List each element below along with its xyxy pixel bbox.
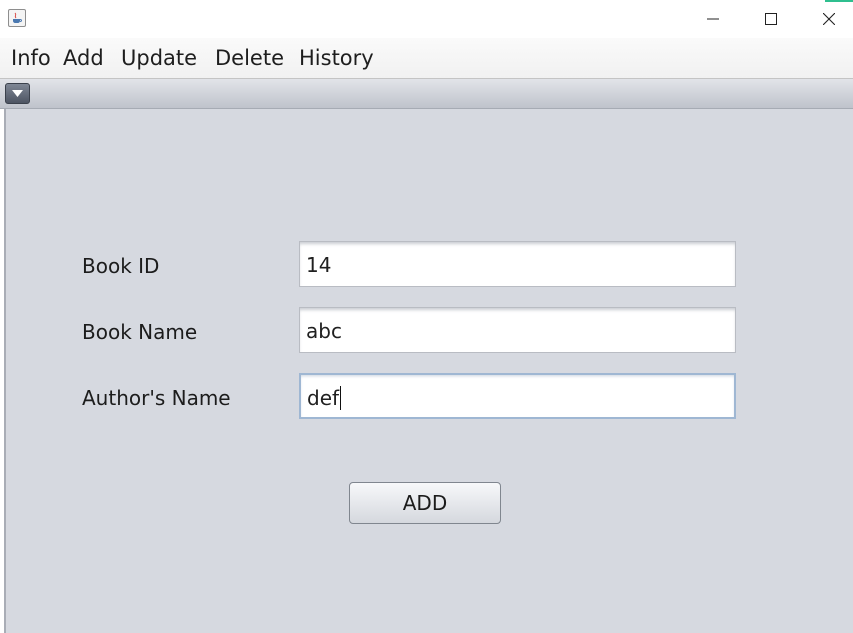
java-app-icon[interactable] xyxy=(8,9,26,27)
menu-add[interactable]: Add xyxy=(63,45,104,71)
dropdown-arrow-icon xyxy=(12,90,23,97)
book-name-label: Book Name xyxy=(82,320,198,344)
minimize-button[interactable] xyxy=(685,0,743,38)
close-icon xyxy=(823,13,835,25)
maximize-button[interactable] xyxy=(743,0,801,38)
book-id-value: 14 xyxy=(306,253,332,277)
minimize-icon xyxy=(707,18,719,20)
menu-update[interactable]: Update xyxy=(121,45,197,71)
title-bar xyxy=(0,0,853,38)
book-id-label: Book ID xyxy=(82,254,160,278)
maximize-icon xyxy=(765,13,777,25)
menu-info[interactable]: Info xyxy=(11,45,51,71)
author-name-field[interactable]: def xyxy=(299,373,736,419)
menu-history[interactable]: History xyxy=(299,45,374,71)
internal-frame-titlebar xyxy=(0,79,853,109)
book-id-field[interactable]: 14 xyxy=(299,241,736,287)
add-book-panel: Book ID 14 Book Name abc Author's Name d… xyxy=(4,109,853,633)
text-caret xyxy=(340,385,342,410)
frame-menu-button[interactable] xyxy=(5,83,30,104)
close-button[interactable] xyxy=(801,0,853,38)
add-button[interactable]: ADD xyxy=(349,482,501,524)
author-name-value: def xyxy=(307,386,340,410)
book-name-field[interactable]: abc xyxy=(299,307,736,353)
author-name-label: Author's Name xyxy=(82,386,231,410)
menu-bar: Info Add Update Delete History xyxy=(0,38,853,79)
book-name-value: abc xyxy=(306,319,342,343)
menu-delete[interactable]: Delete xyxy=(215,45,284,71)
